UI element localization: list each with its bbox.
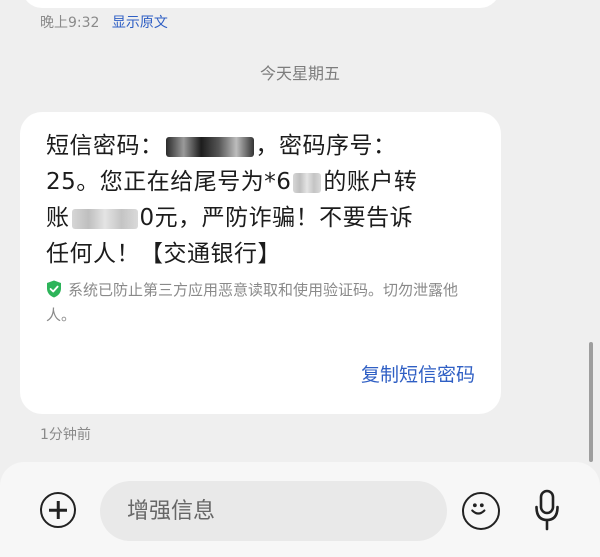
sms-line1-a: 短信密码： bbox=[46, 133, 164, 159]
plus-circle-icon[interactable] bbox=[40, 492, 76, 528]
shield-check-icon bbox=[47, 280, 61, 298]
security-notice: 系统已防止第三方应用恶意读取和使用验证码。切勿泄露他人。 bbox=[46, 278, 482, 328]
sms-line1-b: ，密码序号： bbox=[255, 133, 397, 159]
redacted-account bbox=[293, 172, 322, 193]
scrollbar-thumb[interactable] bbox=[589, 342, 593, 462]
message-meta: 晚上9:32 显示原文 bbox=[40, 12, 168, 32]
message-time: 晚上9:32 bbox=[40, 15, 100, 31]
sms-line3-b: 0元，严防诈骗！不要告诉 bbox=[139, 205, 414, 231]
redacted-code bbox=[165, 136, 254, 157]
message-input[interactable] bbox=[100, 481, 447, 541]
sms-line2-a: 25。您正在给尾号为*6 bbox=[46, 169, 292, 195]
previous-message-bubble bbox=[22, 0, 500, 8]
redacted-amount bbox=[71, 208, 138, 229]
copy-sms-code-button[interactable]: 复制短信密码 bbox=[361, 360, 475, 387]
security-notice-text: 系统已防止第三方应用恶意读取和使用验证码。切勿泄露他人。 bbox=[46, 281, 459, 324]
sms-line2-b: 的账户转 bbox=[323, 169, 418, 195]
smiley-face-glyph bbox=[471, 503, 486, 515]
sms-line3-a: 账 bbox=[46, 205, 70, 231]
sms-message-bubble[interactable]: 短信密码： ，密码序号： 25。您正在给尾号为*6 的账户转 账 0元，严防诈骗！不要… bbox=[20, 112, 501, 414]
smiley-icon[interactable] bbox=[462, 492, 500, 530]
microphone-icon[interactable] bbox=[534, 489, 560, 531]
message-relative-time: 1分钟前 bbox=[40, 427, 91, 443]
sms-line4: 任何人！【交通银行】 bbox=[46, 241, 281, 267]
show-original-link[interactable]: 显示原文 bbox=[112, 15, 168, 31]
sms-body: 短信密码： ，密码序号： 25。您正在给尾号为*6 的账户转 账 0元，严防诈骗！不要… bbox=[46, 128, 476, 272]
date-separator: 今天星期五 bbox=[259, 64, 340, 83]
